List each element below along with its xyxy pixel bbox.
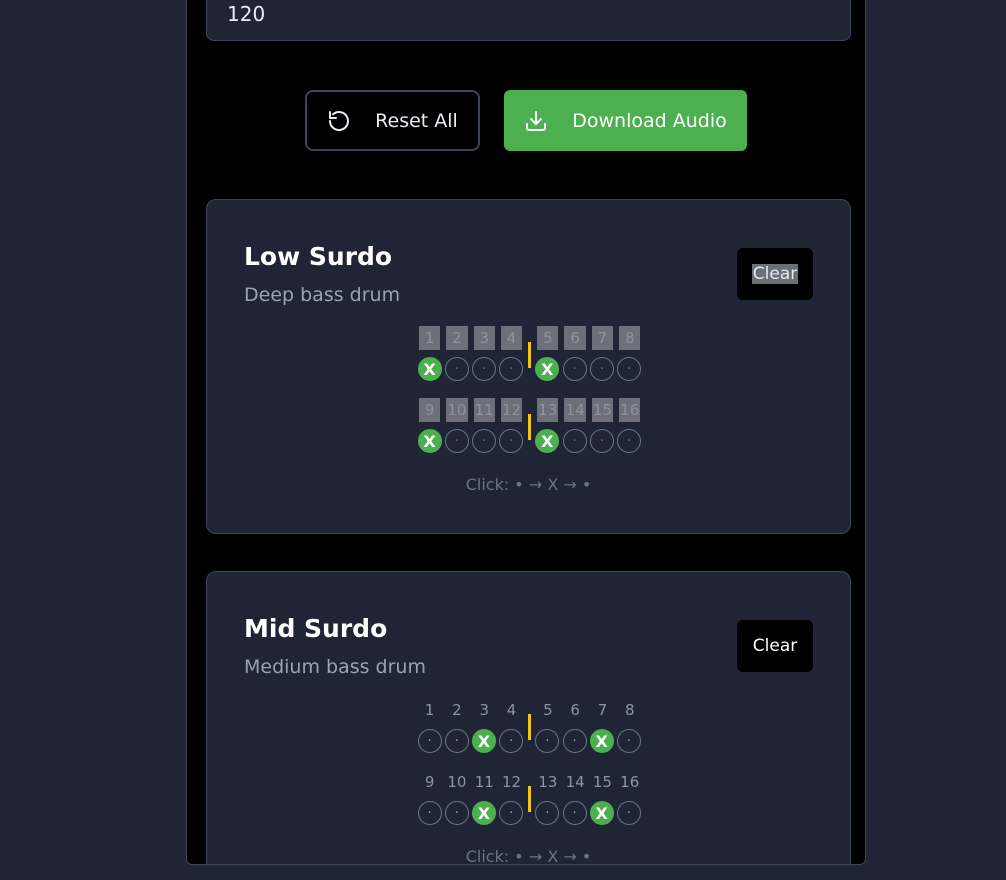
beat-cell[interactable]: X [471,729,496,753]
beat-cell[interactable]: X [417,357,442,381]
clear-button[interactable]: Clear [737,248,813,300]
step-number: 10 [447,773,467,791]
step-number: 12 [501,773,522,791]
half-divider [527,342,531,368]
beat-cell[interactable]: · [417,801,442,825]
track-card-low-surdo: Low Surdo Deep bass drum Clear 1 2 3 4 5… [206,199,851,534]
download-audio-button[interactable]: Download Audio [504,90,747,151]
beat-cell[interactable]: · [417,729,442,753]
beat-cell[interactable]: · [444,729,469,753]
step-number: 8 [624,701,635,719]
track-card-mid-surdo: Mid Surdo Medium bass drum Clear 1 2 3 4… [206,571,851,865]
track-title: Mid Surdo [244,614,388,643]
step-number: 16 [620,773,640,791]
step-number: 12 [500,398,523,422]
click-hint: Click: • → X → • [465,475,592,494]
step-number: 1 [419,326,441,350]
step-number: 14 [565,773,585,791]
step-number: 11 [473,398,495,422]
half-divider [527,714,531,740]
beat-cell[interactable]: X [589,729,614,753]
step-number: 15 [591,398,614,422]
beat-cell[interactable]: · [562,729,587,753]
step-number: 3 [479,701,490,719]
beat-cell[interactable]: X [535,429,560,453]
step-number: 13 [538,773,558,791]
step-number: 9 [419,398,441,422]
step-number: 13 [537,398,559,422]
beat-cell[interactable]: · [562,429,587,453]
beat-cell[interactable]: · [589,357,614,381]
step-number: 9 [424,773,435,791]
beat-cell[interactable]: · [589,429,614,453]
half-divider [527,786,531,812]
step-number: 5 [537,326,559,350]
beat-row: 1 2 3 4 5 6 7 8 · · X · · · X · [416,698,646,770]
step-number: 7 [597,701,608,719]
beat-grid: 1 2 3 4 5 6 7 8 X · · · X · · · 9 10 11 … [416,326,646,470]
beat-cell[interactable]: X [589,801,614,825]
beat-cell[interactable]: · [499,429,524,453]
beat-cell[interactable]: · [535,729,560,753]
reset-all-label: Reset All [375,109,458,132]
download-icon [524,109,548,133]
app-frame: 120 Reset All Download Audio Low Surdo D… [186,0,866,865]
step-number: 2 [452,701,462,719]
step-number: 15 [592,773,612,791]
track-description: Medium bass drum [244,656,426,678]
step-number: 1 [424,701,435,719]
click-hint: Click: • → X → • [465,847,592,865]
step-number: 7 [591,326,614,350]
beat-cell[interactable]: · [562,357,587,381]
beat-cell[interactable]: · [535,801,560,825]
track-description: Deep bass drum [244,284,401,306]
clear-label: Clear [751,264,799,284]
beat-cell[interactable]: · [616,429,641,453]
beat-cell[interactable]: · [499,357,524,381]
beat-cell[interactable]: · [616,729,641,753]
beat-row: 1 2 3 4 5 6 7 8 X · · · X · · · [416,326,646,398]
beat-cell[interactable]: · [444,357,469,381]
step-number: 3 [473,326,495,350]
step-number: 10 [446,398,468,422]
half-divider [527,414,531,440]
beat-cell[interactable]: · [471,429,496,453]
beat-cell[interactable]: · [562,801,587,825]
action-bar: Reset All Download Audio [187,90,865,151]
clear-button[interactable]: Clear [737,620,813,672]
step-number: 6 [570,701,580,719]
beat-row: 9 10 11 12 13 14 15 16 X · · · X · · · [416,398,646,470]
step-number: 16 [619,398,641,422]
beat-cell[interactable]: X [535,357,560,381]
step-number: 2 [446,326,468,350]
beat-cell[interactable]: · [444,429,469,453]
step-number: 6 [564,326,586,350]
step-number: 4 [506,701,517,719]
beat-cell[interactable]: · [616,357,641,381]
beat-cell[interactable]: · [471,357,496,381]
beat-cell[interactable]: · [444,801,469,825]
step-number: 11 [474,773,494,791]
beat-cell[interactable]: · [499,801,524,825]
reset-all-button[interactable]: Reset All [305,90,480,151]
beat-cell[interactable]: X [471,801,496,825]
track-title: Low Surdo [244,242,393,271]
download-audio-label: Download Audio [572,109,727,132]
step-number: 5 [543,701,553,719]
reset-icon [327,109,351,133]
step-number: 8 [619,326,641,350]
step-number: 4 [500,326,523,350]
beat-cell[interactable]: · [616,801,641,825]
beat-grid: 1 2 3 4 5 6 7 8 · · X · · · X · 9 10 11 … [416,698,646,842]
beat-cell[interactable]: X [417,429,442,453]
beat-row: 9 10 11 12 13 14 15 16 · · X · · · X · [416,770,646,842]
beat-cell[interactable]: · [499,729,524,753]
step-number: 14 [564,398,586,422]
bpm-input[interactable]: 120 [206,0,851,41]
